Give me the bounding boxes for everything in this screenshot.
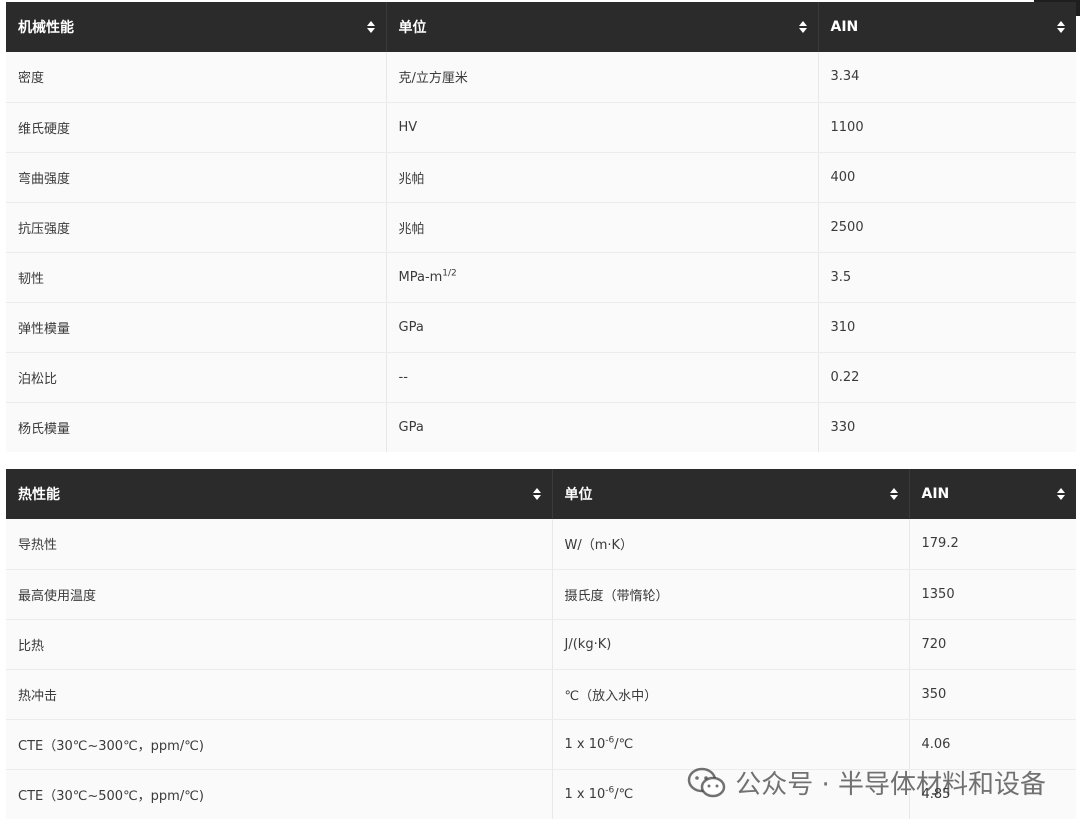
value-cell: 0.22 <box>818 352 1076 403</box>
value-cell: 1100 <box>818 102 1076 153</box>
unit-cell: W/（m·K） <box>552 519 910 570</box>
property-cell: 抗压强度 <box>6 202 387 253</box>
property-cell: 最高使用温度 <box>6 569 553 620</box>
table-row: 抗压强度 兆帕 2500 <box>6 202 1076 253</box>
unit-cell: MPa-m1/2 <box>386 252 819 303</box>
unit-text: MPa-m <box>398 269 443 285</box>
unit-text: /℃ <box>614 736 634 752</box>
sort-icon[interactable] <box>1056 487 1066 501</box>
table-row: 韧性 MPa-m1/2 3.5 <box>6 252 1076 303</box>
sort-icon[interactable] <box>366 20 376 34</box>
column-header-label: AIN <box>830 19 859 35</box>
unit-text: /℃ <box>614 786 634 802</box>
value-cell: 400 <box>818 152 1076 203</box>
column-header-value[interactable]: AIN <box>909 469 1076 519</box>
table-header-row: 热性能 单位 AIN <box>6 469 1076 519</box>
unit-cell: 摄氏度（带惰轮） <box>552 569 910 620</box>
property-cell: 韧性 <box>6 252 387 303</box>
property-cell: CTE（30℃~300℃，ppm/℃) <box>6 719 553 770</box>
column-header-label: 单位 <box>398 20 427 36</box>
property-cell: 导热性 <box>6 519 553 570</box>
watermark-text: 公众号 · 半导体材料和设备 <box>735 770 1046 800</box>
table-row: 弯曲强度 兆帕 400 <box>6 152 1076 203</box>
sort-icon[interactable] <box>1056 20 1066 34</box>
property-cell: 弯曲强度 <box>6 152 387 203</box>
unit-cell: 1 x 10-6/℃ <box>552 719 910 770</box>
unit-exponent: 1/2 <box>442 268 457 279</box>
column-header-label: 单位 <box>564 487 593 503</box>
property-cell: 维氏硬度 <box>6 102 387 153</box>
value-cell: 720 <box>909 619 1076 670</box>
property-cell: 弹性模量 <box>6 302 387 353</box>
value-cell: 2500 <box>818 202 1076 253</box>
value-cell: 350 <box>909 669 1076 720</box>
value-cell: 4.06 <box>909 719 1076 770</box>
property-cell: 杨氏模量 <box>6 402 387 452</box>
table-header-row: 机械性能 单位 AIN <box>6 2 1076 52</box>
mechanical-properties-table: 机械性能 单位 AIN 密度 克/立方厘米 3.34 维氏硬度 HV 1100 … <box>6 2 1076 452</box>
column-header-value[interactable]: AIN <box>818 2 1076 52</box>
unit-cell: ℃（放入水中） <box>552 669 910 720</box>
wechat-icon <box>687 767 726 797</box>
sort-icon[interactable] <box>798 20 808 34</box>
table-row: 维氏硬度 HV 1100 <box>6 102 1076 153</box>
table-row: 杨氏模量 GPa 330 <box>6 402 1076 452</box>
property-cell: 比热 <box>6 619 553 670</box>
property-cell: 热冲击 <box>6 669 553 720</box>
column-header-unit[interactable]: 单位 <box>386 2 819 52</box>
column-header-property[interactable]: 热性能 <box>6 469 553 519</box>
property-cell: 泊松比 <box>6 352 387 403</box>
column-header-label: 热性能 <box>18 487 60 503</box>
value-cell: 3.5 <box>818 252 1076 303</box>
unit-cell: 克/立方厘米 <box>386 52 819 103</box>
table-row: CTE（30℃~300℃，ppm/℃) 1 x 10-6/℃ 4.06 <box>6 719 1076 770</box>
unit-text: 1 x 10 <box>564 786 606 802</box>
unit-cell: -- <box>386 352 819 403</box>
table-row: 最高使用温度 摄氏度（带惰轮） 1350 <box>6 569 1076 620</box>
watermark: 公众号 · 半导体材料和设备 <box>687 764 1046 801</box>
table-row: 泊松比 -- 0.22 <box>6 352 1076 403</box>
column-header-property[interactable]: 机械性能 <box>6 2 387 52</box>
table-row: 导热性 W/（m·K） 179.2 <box>6 519 1076 570</box>
table-row: 弹性模量 GPa 310 <box>6 302 1076 353</box>
sort-icon[interactable] <box>889 487 899 501</box>
unit-cell: GPa <box>386 402 819 452</box>
table-row: 比热 J/(kg·K) 720 <box>6 619 1076 670</box>
unit-exponent: -6 <box>605 735 615 746</box>
page: 机械性能 单位 AIN 密度 克/立方厘米 3.34 维氏硬度 HV 1100 … <box>0 0 1080 827</box>
unit-cell: 兆帕 <box>386 202 819 253</box>
value-cell: 179.2 <box>909 519 1076 570</box>
column-header-label: 机械性能 <box>18 20 74 36</box>
table-row: 密度 克/立方厘米 3.34 <box>6 52 1076 103</box>
table-row: 热冲击 ℃（放入水中） 350 <box>6 669 1076 720</box>
unit-cell: 兆帕 <box>386 152 819 203</box>
unit-cell: GPa <box>386 302 819 353</box>
unit-text: 1 x 10 <box>564 736 606 752</box>
value-cell: 330 <box>818 402 1076 452</box>
unit-cell: J/(kg·K) <box>552 619 910 670</box>
column-header-label: AIN <box>921 486 950 502</box>
unit-cell: HV <box>386 102 819 153</box>
unit-exponent: -6 <box>605 785 615 796</box>
sort-icon[interactable] <box>532 487 542 501</box>
property-cell: 密度 <box>6 52 387 103</box>
column-header-unit[interactable]: 单位 <box>552 469 910 519</box>
property-cell: CTE（30℃~500℃，ppm/℃) <box>6 769 553 819</box>
value-cell: 1350 <box>909 569 1076 620</box>
value-cell: 310 <box>818 302 1076 353</box>
value-cell: 3.34 <box>818 52 1076 103</box>
